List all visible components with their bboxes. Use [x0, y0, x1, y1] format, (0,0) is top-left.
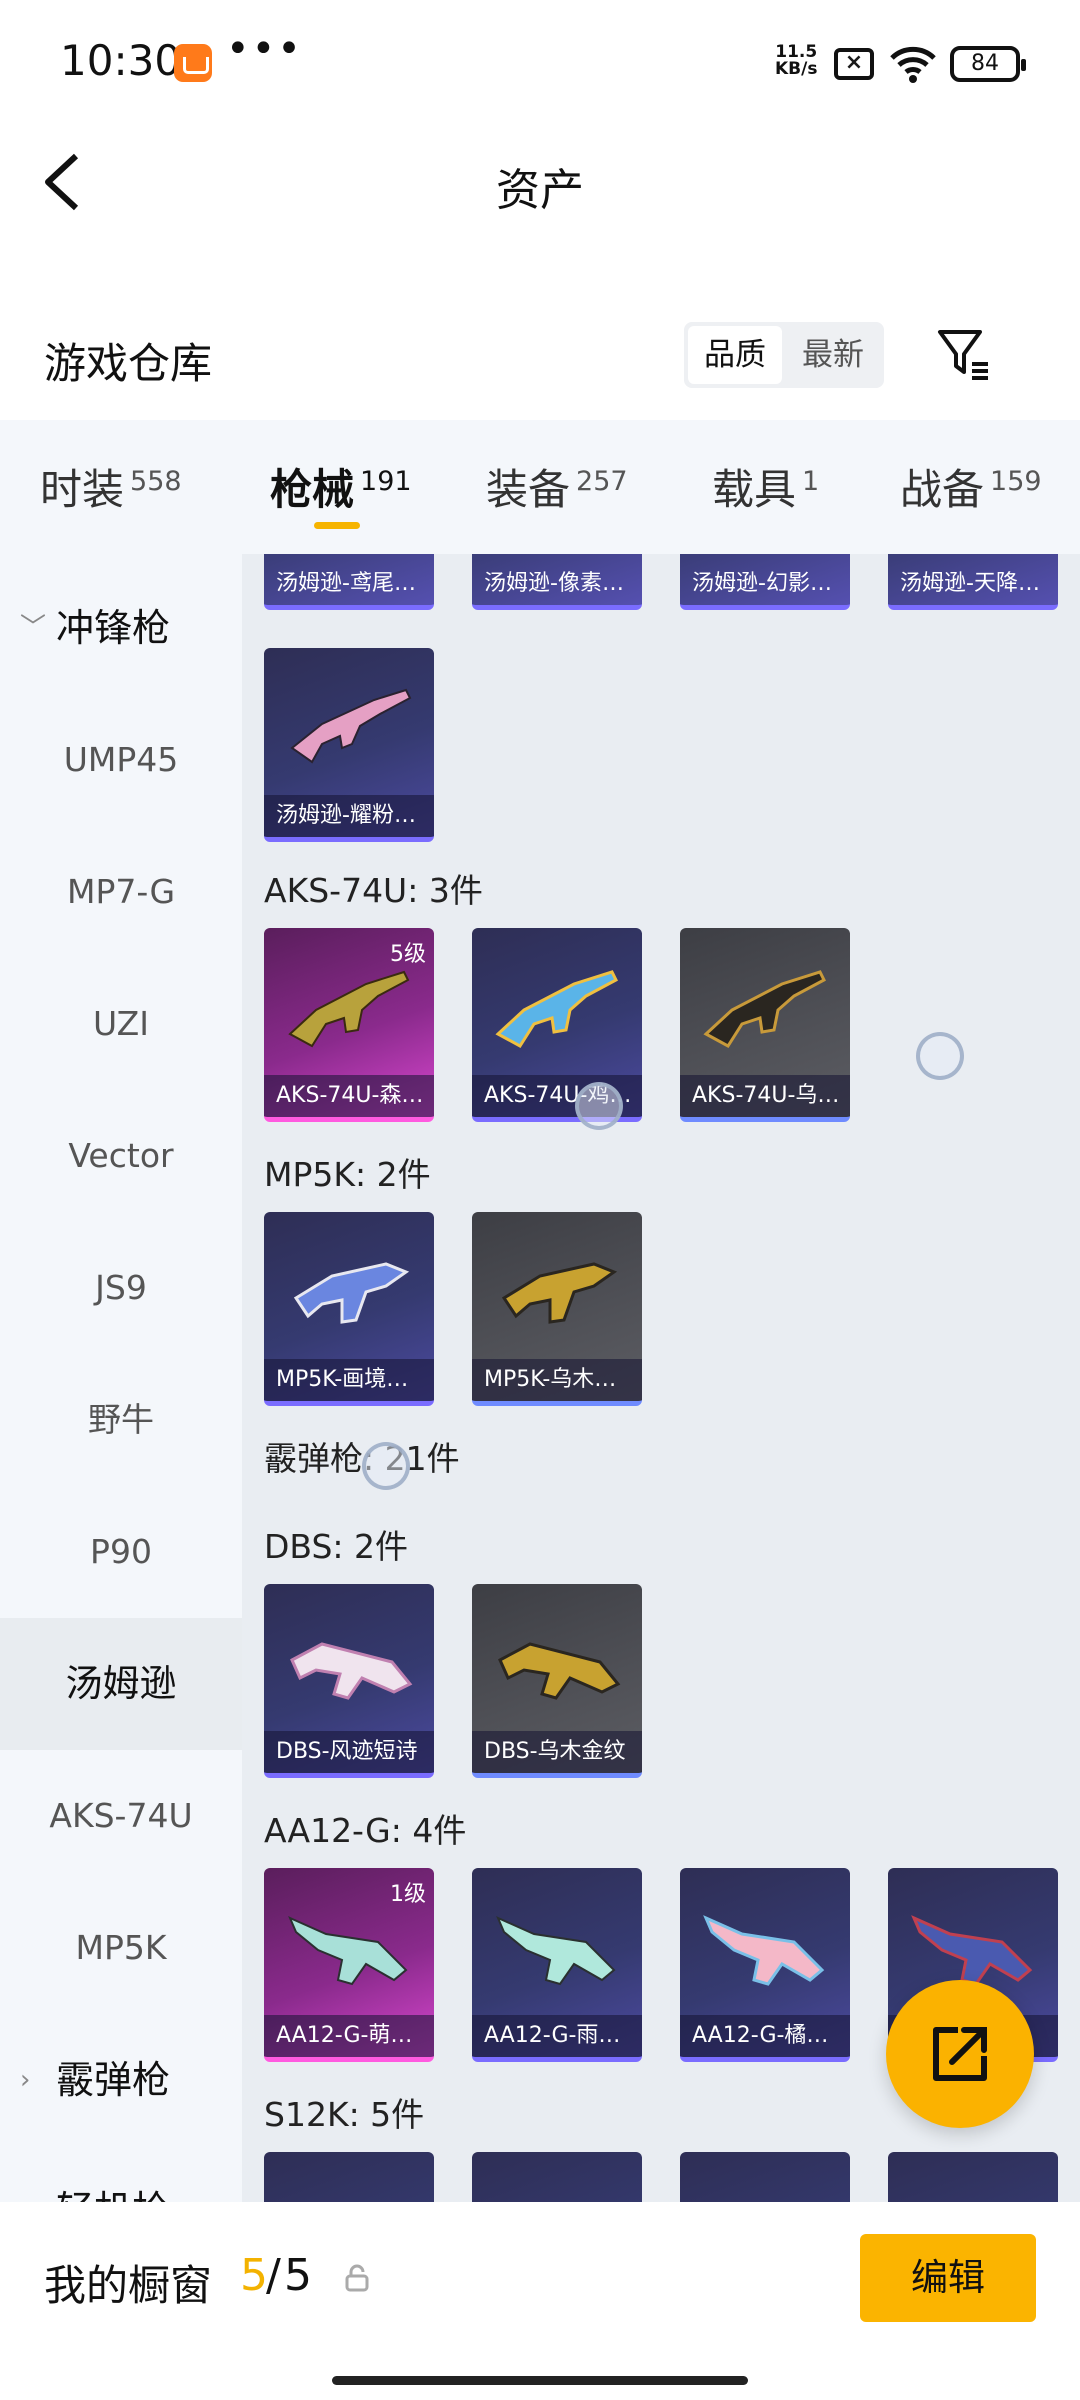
- sidebar-group-smg[interactable]: ﹀ 冲锋枪: [0, 562, 242, 694]
- tab-vehicles[interactable]: 载具 1: [712, 456, 819, 517]
- filter-icon[interactable]: [934, 324, 994, 384]
- tab-firearms[interactable]: 枪械 191: [270, 456, 412, 517]
- sidebar-item-aks74u[interactable]: AKS-74U: [0, 1750, 242, 1882]
- skin-card[interactable]: 1级 AA12-G-萌…: [264, 1868, 434, 2062]
- skin-card[interactable]: DBS-风迹短诗: [264, 1584, 434, 1778]
- smg-icon: [290, 688, 412, 764]
- sidebar-item-vector[interactable]: Vector: [0, 1090, 242, 1222]
- section-title-s12k: S12K: 5件: [264, 2095, 425, 2134]
- warehouse-label: 游戏仓库: [44, 339, 213, 388]
- page-title: 资产: [496, 165, 584, 216]
- battery-icon: 84: [950, 46, 1026, 82]
- sidebar-item-bison[interactable]: 野牛: [0, 1354, 242, 1486]
- sidebar-item-mp5k[interactable]: MP5K: [0, 1882, 242, 2014]
- category-tabs: 时装 558 枪械 191 装备 257 载具 1 战备 159: [0, 420, 1080, 554]
- showcase-separator: /: [266, 2250, 281, 2301]
- sidebar-item-js9[interactable]: JS9: [0, 1222, 242, 1354]
- app-header: 资产: [0, 126, 1080, 236]
- skin-card[interactable]: 汤姆逊-天降…: [888, 554, 1058, 610]
- skin-card[interactable]: 汤姆逊-耀粉…: [264, 648, 434, 842]
- skin-card[interactable]: [680, 2152, 850, 2202]
- skin-card[interactable]: [888, 2152, 1058, 2202]
- skin-card[interactable]: [472, 2152, 642, 2202]
- sidebar-item-thompson[interactable]: 汤姆逊: [0, 1618, 242, 1750]
- chevron-right-icon: ›: [20, 2065, 31, 2095]
- tab-supplies[interactable]: 战备 159: [900, 456, 1042, 517]
- showcase-label: 我的橱窗: [44, 2261, 213, 2310]
- share-icon: [933, 2027, 987, 2081]
- touch-indicator: [575, 1082, 623, 1130]
- sidebar-group-lmg[interactable]: › 轻机枪: [0, 2144, 242, 2202]
- showcase-current-count: 5: [240, 2250, 268, 2301]
- sidebar-item-ump45[interactable]: UMP45: [0, 694, 242, 826]
- no-sim-icon: ×: [834, 48, 874, 80]
- skin-card[interactable]: 汤姆逊-鸢尾…: [264, 554, 434, 610]
- shotgun-icon: [288, 1916, 408, 1986]
- sidebar-item-uzi[interactable]: UZI: [0, 958, 242, 1090]
- share-floating-button[interactable]: [886, 1980, 1034, 2128]
- skin-card[interactable]: AA12-G-橘…: [680, 1868, 850, 2062]
- smg-icon: [293, 1262, 410, 1324]
- rifle-icon: [288, 970, 410, 1048]
- sort-quality-button[interactable]: 品质: [688, 326, 782, 384]
- sidebar-group-shotgun[interactable]: › 霰弹枪: [0, 2014, 242, 2146]
- shotgun-icon: [498, 1642, 621, 1700]
- skin-card[interactable]: [264, 2152, 434, 2202]
- sort-newest-button[interactable]: 最新: [786, 326, 880, 384]
- tab-equipment[interactable]: 装备 257: [486, 456, 628, 517]
- sort-toggle: 品质 最新: [684, 322, 884, 388]
- section-title-aks74u: AKS-74U: 3件: [264, 871, 483, 910]
- edit-button[interactable]: 编辑: [860, 2234, 1036, 2322]
- network-speed: 11.5 KB/s: [775, 44, 817, 78]
- section-title-dbs: DBS: 2件: [264, 1527, 409, 1566]
- status-time: 10:30: [60, 36, 182, 85]
- home-indicator[interactable]: [332, 2376, 748, 2385]
- more-notifications-icon: •••: [226, 26, 303, 72]
- section-title-mp5k: MP5K: 2件: [264, 1155, 431, 1194]
- skin-card[interactable]: 汤姆逊-幻影…: [680, 554, 850, 610]
- lock-icon: [345, 2264, 369, 2292]
- rifle-icon: [495, 970, 618, 1048]
- skin-card[interactable]: DBS-乌木金纹: [472, 1584, 642, 1778]
- tab-fashion[interactable]: 时装 558: [40, 456, 182, 517]
- chevron-right-icon: ›: [20, 2144, 30, 2202]
- chevron-down-icon: ﹀: [20, 613, 47, 643]
- showcase-bar: 我的橱窗 5 / 5 编辑: [0, 2202, 1080, 2400]
- shotgun-icon: [496, 1916, 616, 1986]
- skin-card[interactable]: 汤姆逊-像素…: [472, 554, 642, 610]
- active-tab-indicator: [314, 522, 360, 529]
- skin-card[interactable]: AA12-G-雨…: [472, 1868, 642, 2062]
- weapon-type-sidebar: ﹀ 冲锋枪 UMP45 MP7-G UZI Vector JS9 野牛 P90 …: [0, 554, 242, 2202]
- skin-card[interactable]: AKS-74U-乌…: [680, 928, 850, 1122]
- touch-indicator: [362, 1442, 410, 1490]
- status-bar: 10:30 ••• 11.5 KB/s × 84: [0, 0, 1080, 126]
- network-speed-unit: KB/s: [775, 59, 818, 79]
- touch-indicator: [916, 1032, 964, 1080]
- wifi-icon: [890, 46, 936, 83]
- weapon-grid: 汤姆逊-鸢尾… 汤姆逊-像素… 汤姆逊-幻影… 汤姆逊-天降… 汤姆逊-耀粉… …: [242, 554, 1080, 2202]
- shotgun-icon: [290, 1642, 413, 1700]
- sidebar-item-mp7g[interactable]: MP7-G: [0, 826, 242, 958]
- shopping-app-icon: [174, 44, 212, 82]
- skin-card[interactable]: 5级 AKS-74U-森…: [264, 928, 434, 1122]
- showcase-total-count: 5: [284, 2250, 312, 2301]
- sidebar-item-p90[interactable]: P90: [0, 1486, 242, 1618]
- skin-card[interactable]: MP5K-画境…: [264, 1212, 434, 1406]
- section-title-aa12g: AA12-G: 4件: [264, 1811, 467, 1850]
- section-title-shotgun: 霰弹枪: 21件: [264, 1439, 460, 1478]
- shotgun-icon: [703, 1915, 825, 1986]
- warehouse-header: 游戏仓库 品质 最新: [0, 300, 1080, 410]
- rifle-icon: [703, 970, 826, 1048]
- smg-icon: [501, 1262, 618, 1324]
- skin-card[interactable]: MP5K-乌木…: [472, 1212, 642, 1406]
